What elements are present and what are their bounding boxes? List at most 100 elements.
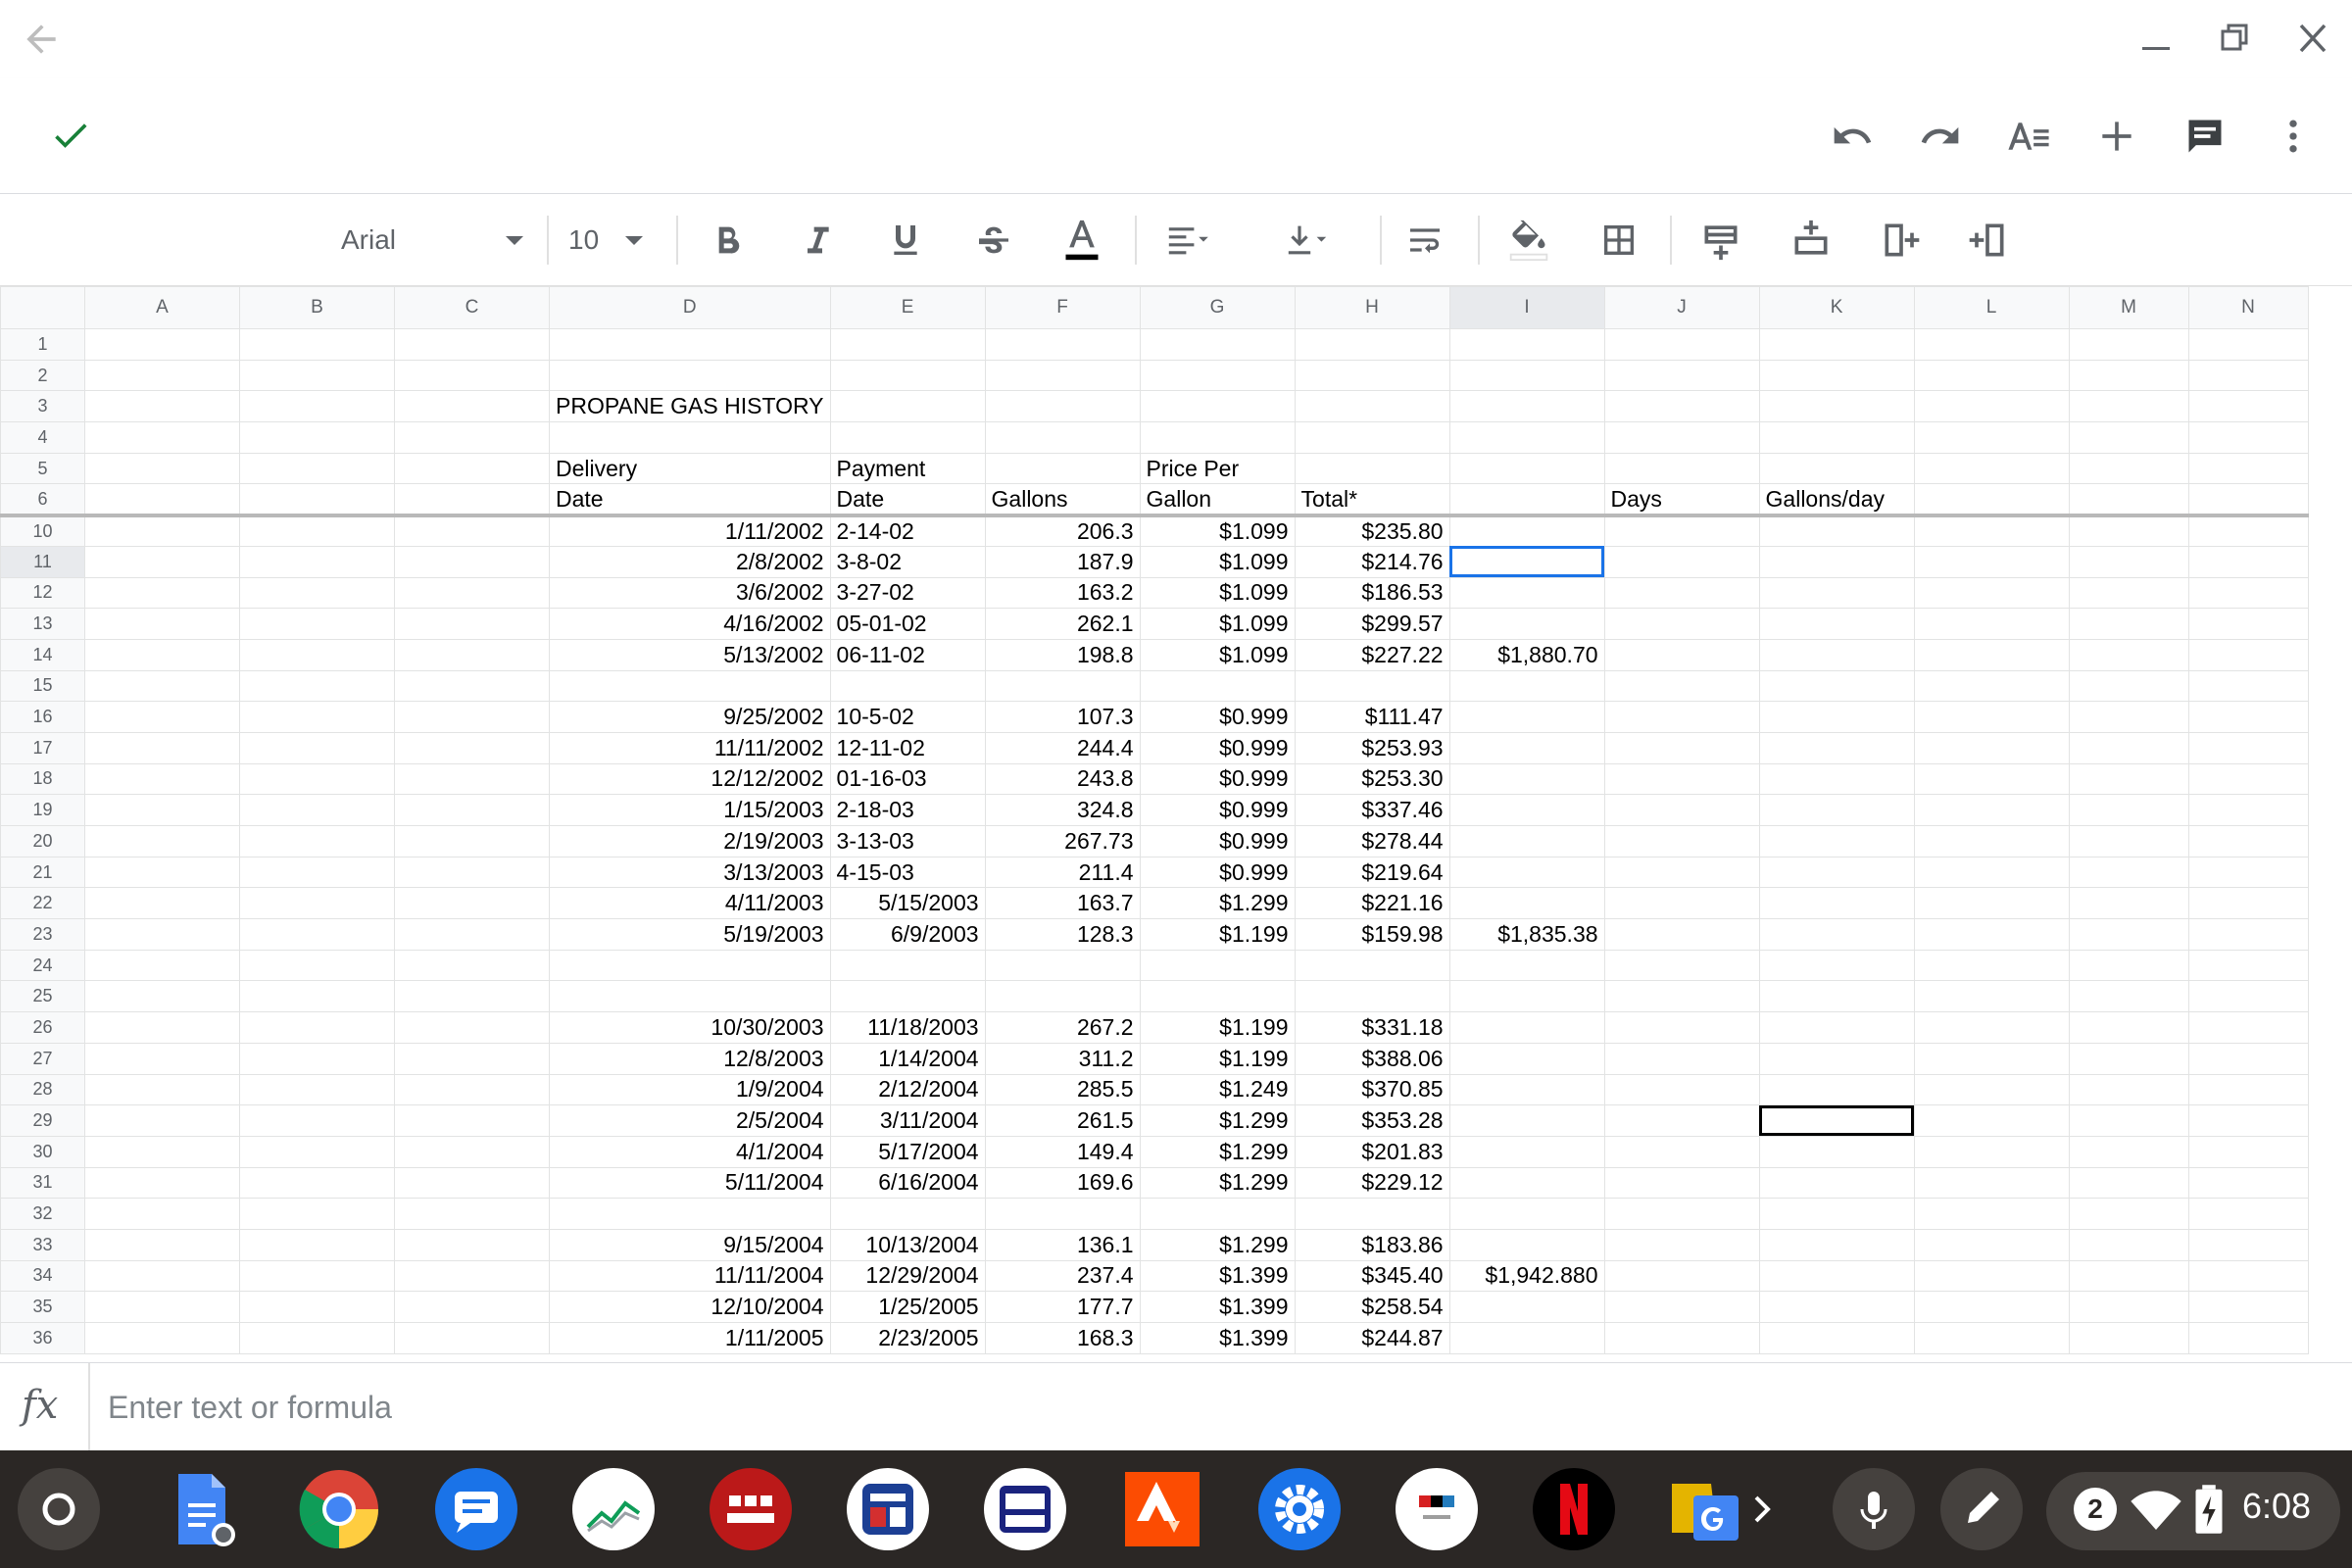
cell-e3[interactable] xyxy=(829,390,986,423)
cell-f12[interactable]: 163.2 xyxy=(984,576,1141,610)
cell-m34[interactable] xyxy=(2068,1259,2189,1293)
cell-n31[interactable] xyxy=(2187,1166,2309,1200)
cell-i27[interactable] xyxy=(1448,1042,1605,1075)
cell-l31[interactable] xyxy=(1913,1166,2070,1200)
cell-g18[interactable]: $0.999 xyxy=(1139,762,1296,796)
cell-c23[interactable] xyxy=(394,918,550,951)
cell-g12[interactable]: $1.099 xyxy=(1139,576,1296,610)
cell-k32[interactable] xyxy=(1758,1198,1915,1230)
cell-j2[interactable] xyxy=(1603,359,1760,392)
cell-l22[interactable] xyxy=(1913,887,2070,920)
cell-i20[interactable] xyxy=(1448,825,1605,858)
cell-n11[interactable] xyxy=(2187,545,2309,578)
cell-m30[interactable] xyxy=(2068,1135,2189,1168)
cell-m24[interactable] xyxy=(2068,949,2189,982)
cell-i32[interactable] xyxy=(1448,1198,1605,1230)
cell-m1[interactable] xyxy=(2068,328,2189,361)
cell-g25[interactable] xyxy=(1139,980,1296,1013)
cell-d32[interactable] xyxy=(549,1198,831,1230)
cell-l30[interactable] xyxy=(1913,1135,2070,1168)
cell-d24[interactable] xyxy=(549,949,831,982)
cell-b22[interactable] xyxy=(239,887,395,920)
cell-j24[interactable] xyxy=(1603,949,1760,982)
cell-c21[interactable] xyxy=(394,856,550,889)
cell-e4[interactable] xyxy=(829,421,986,454)
cell-g26[interactable]: $1.199 xyxy=(1139,1011,1296,1044)
cell-k17[interactable] xyxy=(1758,731,1915,764)
cell-k2[interactable] xyxy=(1758,359,1915,392)
italic-icon[interactable] xyxy=(790,214,845,267)
insert-row-below-icon[interactable] xyxy=(1784,214,1838,267)
cell-b5[interactable] xyxy=(239,452,395,485)
cell-h4[interactable] xyxy=(1294,421,1450,454)
column-header-j[interactable]: J xyxy=(1603,286,1760,329)
notification-count-badge[interactable]: 2 xyxy=(2074,1488,2117,1531)
cell-b34[interactable] xyxy=(239,1259,395,1293)
cell-j17[interactable] xyxy=(1603,731,1760,764)
cell-a31[interactable] xyxy=(84,1166,240,1200)
cell-i18[interactable] xyxy=(1448,762,1605,796)
cell-c6[interactable] xyxy=(394,483,550,517)
cell-d23[interactable]: 5/19/2003 xyxy=(549,918,831,951)
cell-g3[interactable] xyxy=(1139,390,1296,423)
cell-d14[interactable]: 5/13/2002 xyxy=(549,638,831,671)
cell-m2[interactable] xyxy=(2068,359,2189,392)
cell-m25[interactable] xyxy=(2068,980,2189,1013)
cell-e35[interactable]: 1/25/2005 xyxy=(829,1291,986,1323)
insert-row-above-icon[interactable] xyxy=(1693,214,1748,267)
cell-l17[interactable] xyxy=(1913,731,2070,764)
cell-b25[interactable] xyxy=(239,980,395,1013)
cell-h23[interactable]: $159.98 xyxy=(1294,918,1450,951)
restore-icon[interactable] xyxy=(2211,18,2258,61)
cell-d12[interactable]: 3/6/2002 xyxy=(549,576,831,610)
cell-e30[interactable]: 5/17/2004 xyxy=(829,1135,986,1168)
cell-j23[interactable] xyxy=(1603,918,1760,951)
cell-f29[interactable]: 261.5 xyxy=(984,1104,1141,1137)
cell-h17[interactable]: $253.93 xyxy=(1294,731,1450,764)
cell-n18[interactable] xyxy=(2187,762,2309,796)
cell-f35[interactable]: 177.7 xyxy=(984,1291,1141,1323)
cell-d22[interactable]: 4/11/2003 xyxy=(549,887,831,920)
cell-c19[interactable] xyxy=(394,794,550,826)
cell-e26[interactable]: 11/18/2003 xyxy=(829,1011,986,1044)
cell-g21[interactable]: $0.999 xyxy=(1139,856,1296,889)
cell-a27[interactable] xyxy=(84,1042,240,1075)
cell-n1[interactable] xyxy=(2187,328,2309,361)
launcher-icon[interactable] xyxy=(18,1468,100,1550)
cell-b21[interactable] xyxy=(239,856,395,889)
cell-f20[interactable]: 267.73 xyxy=(984,825,1141,858)
cell-a3[interactable] xyxy=(84,390,240,423)
cell-d35[interactable]: 12/10/2004 xyxy=(549,1291,831,1323)
cell-c28[interactable] xyxy=(394,1073,550,1106)
cell-n36[interactable] xyxy=(2187,1322,2309,1354)
cell-h25[interactable] xyxy=(1294,980,1450,1013)
stylus-pen-icon[interactable] xyxy=(1940,1468,2023,1550)
formula-input[interactable] xyxy=(108,1383,1872,1432)
cell-b31[interactable] xyxy=(239,1166,395,1200)
cell-l5[interactable] xyxy=(1913,452,2070,485)
cell-b11[interactable] xyxy=(239,545,395,578)
cell-f6[interactable]: Gallons xyxy=(984,483,1141,517)
cell-m5[interactable] xyxy=(2068,452,2189,485)
cell-i30[interactable] xyxy=(1448,1135,1605,1168)
cell-f27[interactable]: 311.2 xyxy=(984,1042,1141,1075)
cell-k14[interactable] xyxy=(1758,638,1915,671)
cell-b24[interactable] xyxy=(239,949,395,982)
cell-i33[interactable] xyxy=(1448,1228,1605,1261)
cell-l18[interactable] xyxy=(1913,762,2070,796)
cell-h24[interactable] xyxy=(1294,949,1450,982)
cell-k24[interactable] xyxy=(1758,949,1915,982)
cell-h26[interactable]: $331.18 xyxy=(1294,1011,1450,1044)
cell-b6[interactable] xyxy=(239,483,395,517)
cell-m14[interactable] xyxy=(2068,638,2189,671)
cell-i4[interactable] xyxy=(1448,421,1605,454)
cell-k10[interactable] xyxy=(1758,514,1915,547)
cell-h11[interactable]: $214.76 xyxy=(1294,545,1450,578)
cell-g14[interactable]: $1.099 xyxy=(1139,638,1296,671)
cell-g34[interactable]: $1.399 xyxy=(1139,1259,1296,1293)
cell-b29[interactable] xyxy=(239,1104,395,1137)
cell-f13[interactable]: 262.1 xyxy=(984,608,1141,640)
row-header-20[interactable]: 20 xyxy=(0,825,85,858)
cell-h2[interactable] xyxy=(1294,359,1450,392)
row-header-31[interactable]: 31 xyxy=(0,1166,85,1200)
